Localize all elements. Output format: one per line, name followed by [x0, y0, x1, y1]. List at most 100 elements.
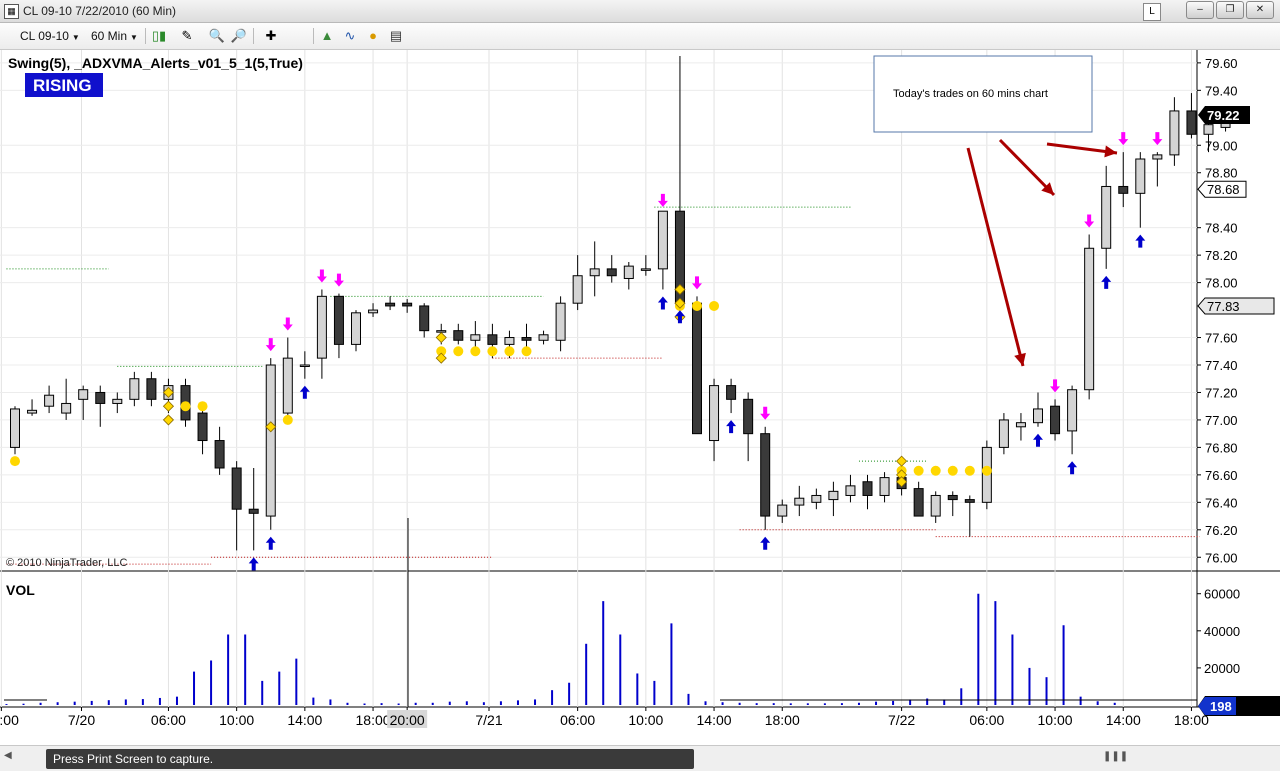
link-button[interactable]: L [1143, 3, 1161, 21]
price-tick-label: 79.00 [1205, 138, 1238, 153]
candle-body [1050, 405, 1061, 435]
candle-body [1186, 110, 1197, 135]
candle-body [129, 378, 140, 400]
time-tick-label: 18:00 [356, 712, 391, 728]
signal-dot [10, 456, 20, 467]
minimize-button[interactable]: – [1186, 1, 1214, 19]
candle-body [657, 210, 668, 270]
strategies-icon[interactable]: ▲ [318, 27, 336, 45]
zoom-in-icon[interactable]: 🔍 [208, 27, 226, 45]
candle-body [1152, 154, 1163, 160]
signal-dot [981, 465, 992, 476]
candle-body [1101, 185, 1112, 249]
title-bar: ▦ CL 09-10 7/22/2010 (60 Min) L – ❐ ✕ [0, 0, 1280, 23]
time-tick-label: 18:00 [1174, 712, 1209, 728]
data-box-icon[interactable]: ▤ [387, 27, 405, 45]
status-bar: ◀ Press Print Screen to capture. ❚❚❚ [0, 745, 1280, 771]
price-tick-label: 76.40 [1205, 495, 1238, 510]
candle-body [402, 302, 413, 307]
candle-body [214, 440, 225, 469]
toolbar-separator [313, 28, 314, 44]
crosshair-icon[interactable]: ✚ [262, 27, 280, 45]
candle-body [1015, 422, 1026, 428]
price-chart[interactable]: 79.60 79.40 79.00 78.80 78.40 78.20 78.00 77.60… [0, 50, 1280, 745]
time-tick-label: 10:00 [1038, 712, 1073, 728]
restore-button[interactable]: ❐ [1216, 1, 1244, 19]
price-tick-label: 79.40 [1205, 83, 1238, 98]
candle-body [146, 378, 157, 400]
annotation-text: Today's trades on 60 mins chart [893, 88, 1048, 100]
candle-body [777, 504, 788, 517]
candle-body [419, 305, 430, 332]
time-tick-label: 7/21 [475, 712, 502, 728]
time-tick-label: 21:00 [0, 712, 19, 728]
interval-selector[interactable]: 60 Min ▼ [91, 27, 138, 45]
time-tick-label: 10:00 [628, 712, 663, 728]
signal-dot [470, 346, 481, 357]
candle-body [879, 477, 890, 496]
time-tick-label: 06:00 [969, 712, 1004, 728]
candle-body [1084, 247, 1095, 391]
window-title: CL 09-10 7/22/2010 (60 Min) [23, 4, 176, 18]
candle-body [61, 402, 72, 414]
candle-body [623, 265, 634, 279]
candle-body [726, 385, 737, 400]
candlestick-style-icon[interactable]: ▯▮ [150, 27, 168, 45]
signal-dot [913, 465, 924, 476]
reference-price-label: 77.83 [1207, 299, 1240, 314]
time-tick-label: 06:00 [151, 712, 186, 728]
price-tick-label: 78.80 [1205, 166, 1238, 181]
candle-body [470, 334, 481, 341]
scroll-left-icon[interactable]: ◀ [4, 750, 12, 761]
candle-body [333, 295, 344, 345]
chart-toolbar: CL 09-10 ▼ 60 Min ▼ ▯▮ ✎ 🔍 🔎 ✚ ▲ ∿ ● ▤ [0, 23, 1280, 50]
instrument-label: CL 09-10 [20, 29, 69, 43]
candle-body [811, 494, 822, 503]
candle-body [709, 385, 720, 442]
signal-dot [453, 346, 464, 357]
signal-dot [282, 414, 293, 425]
candle-body [95, 391, 106, 404]
candle-body [385, 302, 396, 307]
price-tick-label: 78.40 [1205, 221, 1238, 236]
instrument-selector[interactable]: CL 09-10 ▼ [20, 27, 80, 45]
signal-dot [964, 465, 975, 476]
indicators-icon[interactable]: ∿ [341, 27, 359, 45]
candle-body [316, 295, 327, 359]
time-tick-label: 20:00 [390, 712, 425, 728]
order-icon[interactable]: ● [364, 27, 382, 45]
price-tick-label: 77.60 [1205, 331, 1238, 346]
time-tick-label: 14:00 [697, 712, 732, 728]
drawing-tool-icon[interactable]: ✎ [178, 27, 196, 45]
candle-body [265, 364, 276, 517]
candle-body [913, 488, 924, 517]
toolbar-separator [253, 28, 254, 44]
candle-body [828, 490, 839, 501]
candle-body [248, 508, 259, 514]
candle-body [351, 312, 361, 345]
price-tick-label: 77.40 [1205, 358, 1238, 373]
candle-body [112, 398, 123, 404]
candle-body [78, 389, 89, 400]
candle-body [1067, 389, 1078, 432]
time-tick-label: 7/20 [68, 712, 95, 728]
signal-dot [504, 346, 515, 357]
chevron-down-icon: ▼ [130, 33, 138, 42]
candle-body [504, 337, 515, 345]
candle-body [44, 394, 55, 407]
price-tick-label: 78.00 [1205, 276, 1238, 291]
price-tick-label: 79.60 [1205, 56, 1238, 71]
candle-body [589, 268, 600, 277]
signal-dot [947, 465, 958, 476]
candle-body [487, 334, 498, 345]
time-tick-label: 18:00 [765, 712, 800, 728]
signal-dot [197, 401, 208, 412]
window-controls: – ❐ ✕ [1184, 1, 1274, 19]
zoom-out-icon[interactable]: 🔎 [230, 27, 248, 45]
close-button[interactable]: ✕ [1246, 1, 1274, 19]
scroll-grip-icon[interactable]: ❚❚❚ [1103, 751, 1128, 762]
candle-body [760, 433, 771, 517]
signal-dot [709, 300, 720, 311]
candle-body [1203, 124, 1214, 135]
candle-body [197, 412, 208, 442]
